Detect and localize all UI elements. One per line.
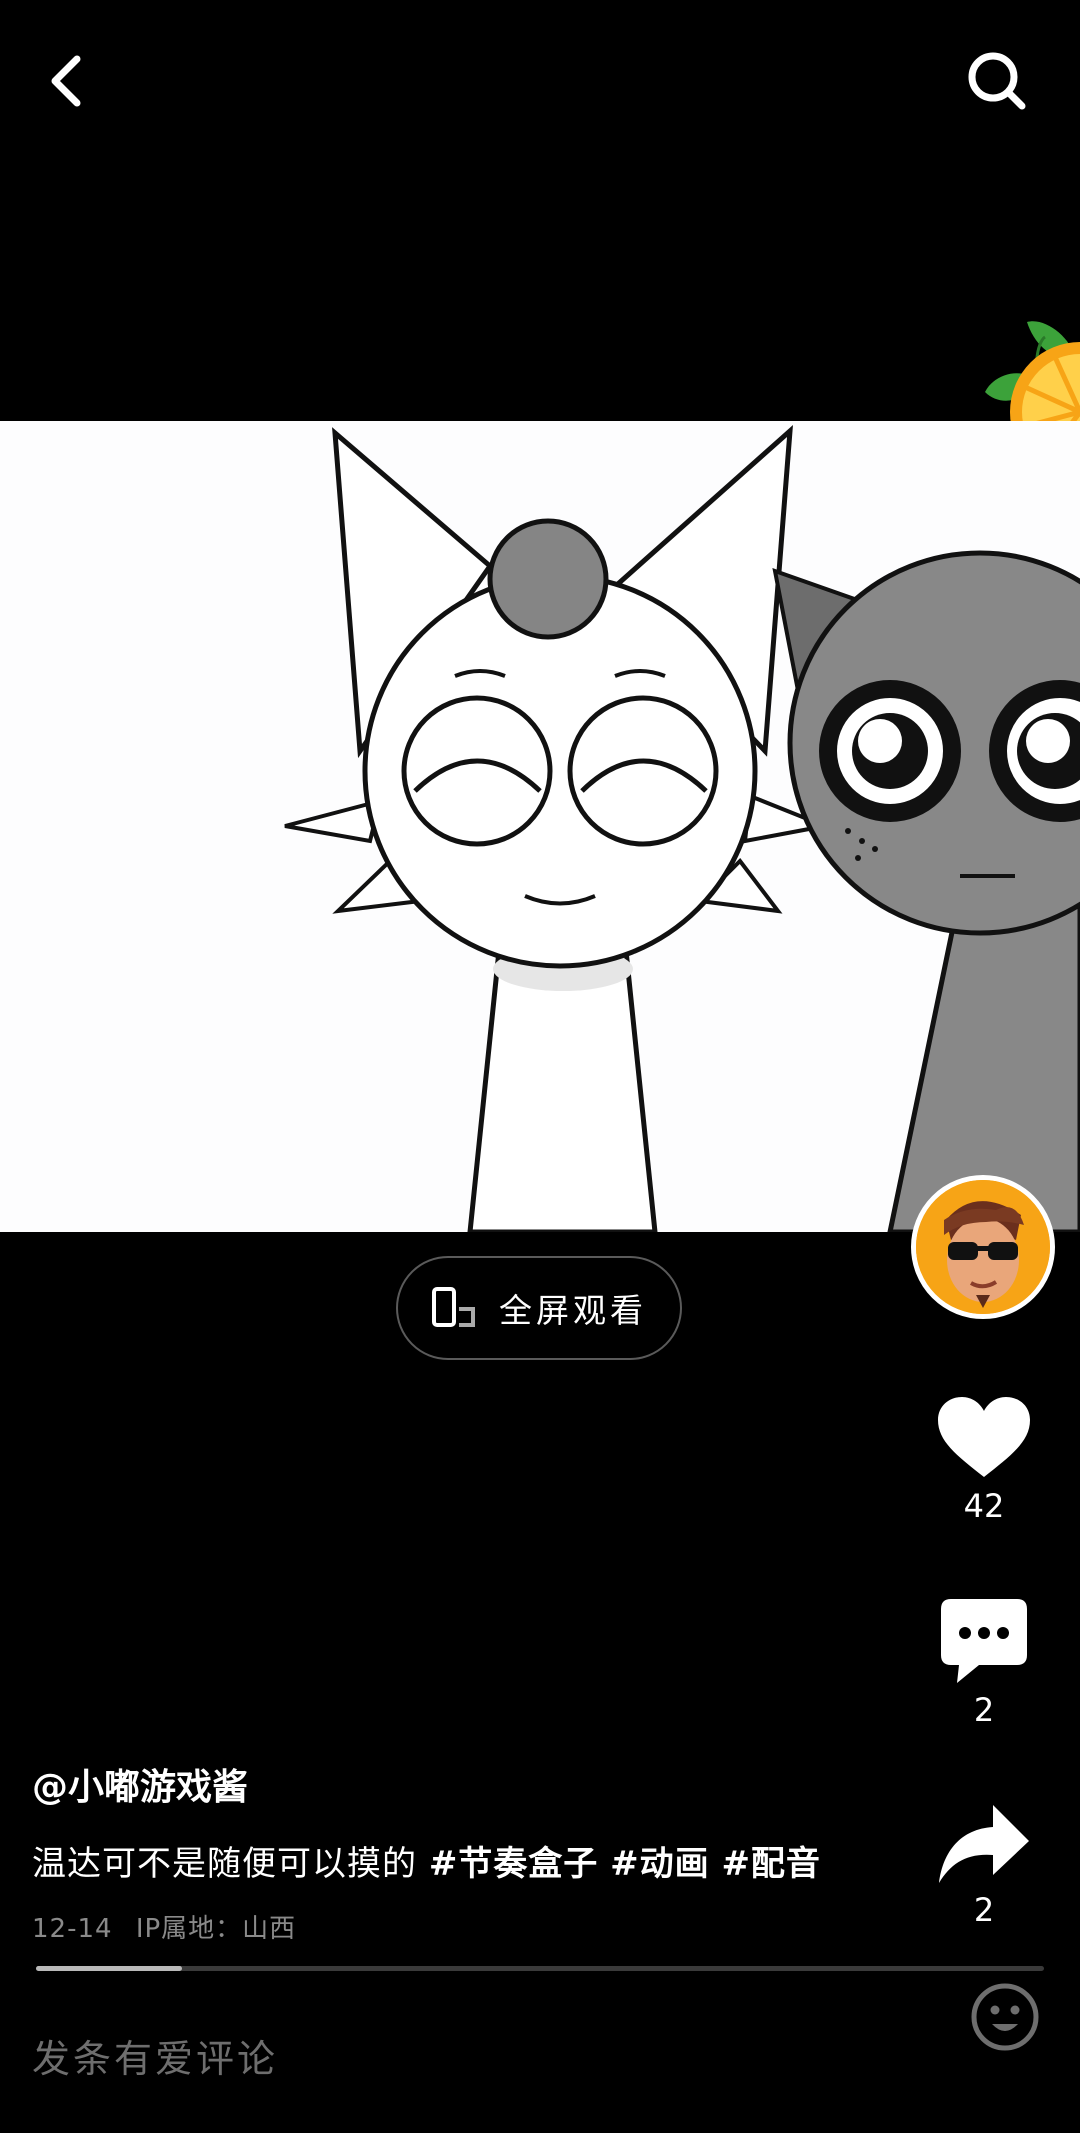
ip-location: IP属地：山西 — [135, 1914, 297, 1944]
hashtag[interactable]: #配音 — [721, 1844, 821, 1884]
post-date: 12-14 — [32, 1914, 113, 1944]
like-count: 42 — [963, 1487, 1005, 1525]
playback-progress-fill — [36, 1966, 183, 1971]
emoji-smile-icon — [971, 1983, 1039, 2051]
like-button[interactable]: 42 — [920, 1395, 1048, 1525]
avatar — [916, 1180, 1050, 1314]
playback-progress-bar[interactable] — [36, 1966, 1044, 1971]
video-player[interactable] — [0, 421, 1080, 1232]
comment-button[interactable]: 2 — [920, 1597, 1048, 1729]
comment-bubble-icon — [941, 1599, 1027, 1683]
creator-avatar[interactable] — [911, 1175, 1055, 1319]
search-button[interactable] — [952, 36, 1042, 126]
hashtag[interactable]: #动画 — [610, 1844, 710, 1884]
video-frame-cartoon — [0, 421, 1080, 1232]
post-meta: 12-14 IP属地：山西 — [32, 1908, 296, 1945]
rotate-phone-icon — [432, 1287, 475, 1327]
comment-input[interactable]: 发条有爱评论 — [32, 2028, 278, 2083]
share-button[interactable]: 2 — [920, 1803, 1048, 1929]
comment-count: 2 — [973, 1691, 995, 1729]
emoji-button[interactable] — [970, 1982, 1040, 2052]
heart-icon — [938, 1397, 1030, 1477]
author-name[interactable]: @小嘟游戏酱 — [32, 1758, 248, 1810]
search-icon — [968, 52, 1026, 110]
caption-text: 温达可不是随便可以摸的 — [32, 1844, 417, 1884]
share-count: 2 — [973, 1891, 995, 1929]
share-arrow-icon — [939, 1805, 1029, 1883]
hashtag[interactable]: #节奏盒子 — [429, 1844, 599, 1884]
fullscreen-label: 全屏观看 — [499, 1291, 647, 1330]
fullscreen-button[interactable]: 全屏观看 — [396, 1256, 682, 1360]
chevron-left-icon — [51, 55, 81, 107]
back-button[interactable] — [22, 36, 112, 126]
post-caption: 温达可不是随便可以摸的 #节奏盒子 #动画 #配音 — [32, 1836, 821, 1885]
